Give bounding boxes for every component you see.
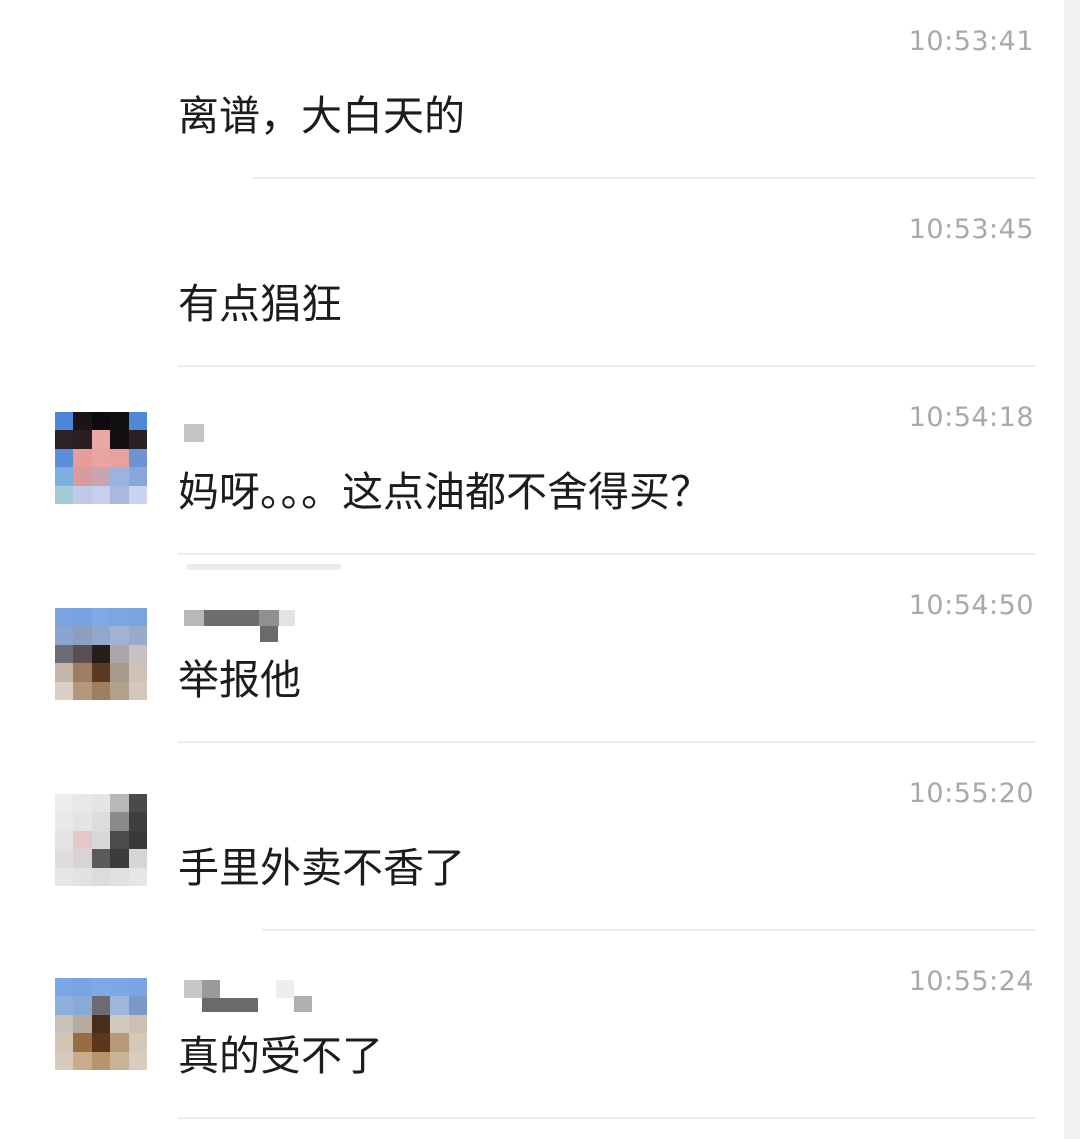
message-text: 真的受不了 [178, 1032, 383, 1080]
chat-message: 10:53:41 离谱，大白天的 [0, 0, 1064, 188]
message-text: 手里外卖不香了 [178, 844, 465, 892]
chat-message: 10:53:45 有点猖狂 [0, 188, 1064, 376]
message-time: 10:55:20 [908, 778, 1034, 809]
scroll-edge [1064, 0, 1080, 1139]
avatar[interactable] [55, 794, 147, 886]
sender-name-pixelated [184, 976, 314, 1016]
decorative-smudge [186, 564, 341, 570]
chat-message: 10:55:20 手里外卖不香了 [0, 752, 1064, 940]
divider [262, 929, 1036, 931]
divider [178, 741, 1036, 743]
message-text: 妈呀。。。这点油都不舍得买？ [178, 468, 711, 516]
avatar[interactable] [55, 608, 147, 700]
chat-message: 10:54:18 妈呀。。。这点油都不舍得买？ [0, 376, 1064, 564]
avatar[interactable] [55, 412, 147, 504]
chat-message: 10:55:24 真的受不了 [0, 940, 1064, 1128]
message-time: 10:53:45 [908, 214, 1034, 245]
message-time: 10:54:18 [908, 402, 1034, 433]
sender-name-pixelated [184, 608, 314, 648]
message-text: 有点猖狂 [178, 280, 342, 328]
divider [178, 553, 1036, 555]
chat-message: 10:54:50 举报他 [0, 564, 1064, 752]
divider [252, 177, 1036, 179]
message-text: 举报他 [178, 656, 301, 704]
message-time: 10:54:50 [908, 590, 1034, 621]
message-text: 离谱，大白天的 [178, 92, 465, 140]
sender-name-pixelated [184, 410, 314, 450]
divider [178, 365, 1036, 367]
message-time: 10:55:24 [908, 966, 1034, 997]
avatar[interactable] [55, 978, 147, 1070]
divider [178, 1117, 1036, 1119]
message-time: 10:53:41 [908, 26, 1034, 57]
